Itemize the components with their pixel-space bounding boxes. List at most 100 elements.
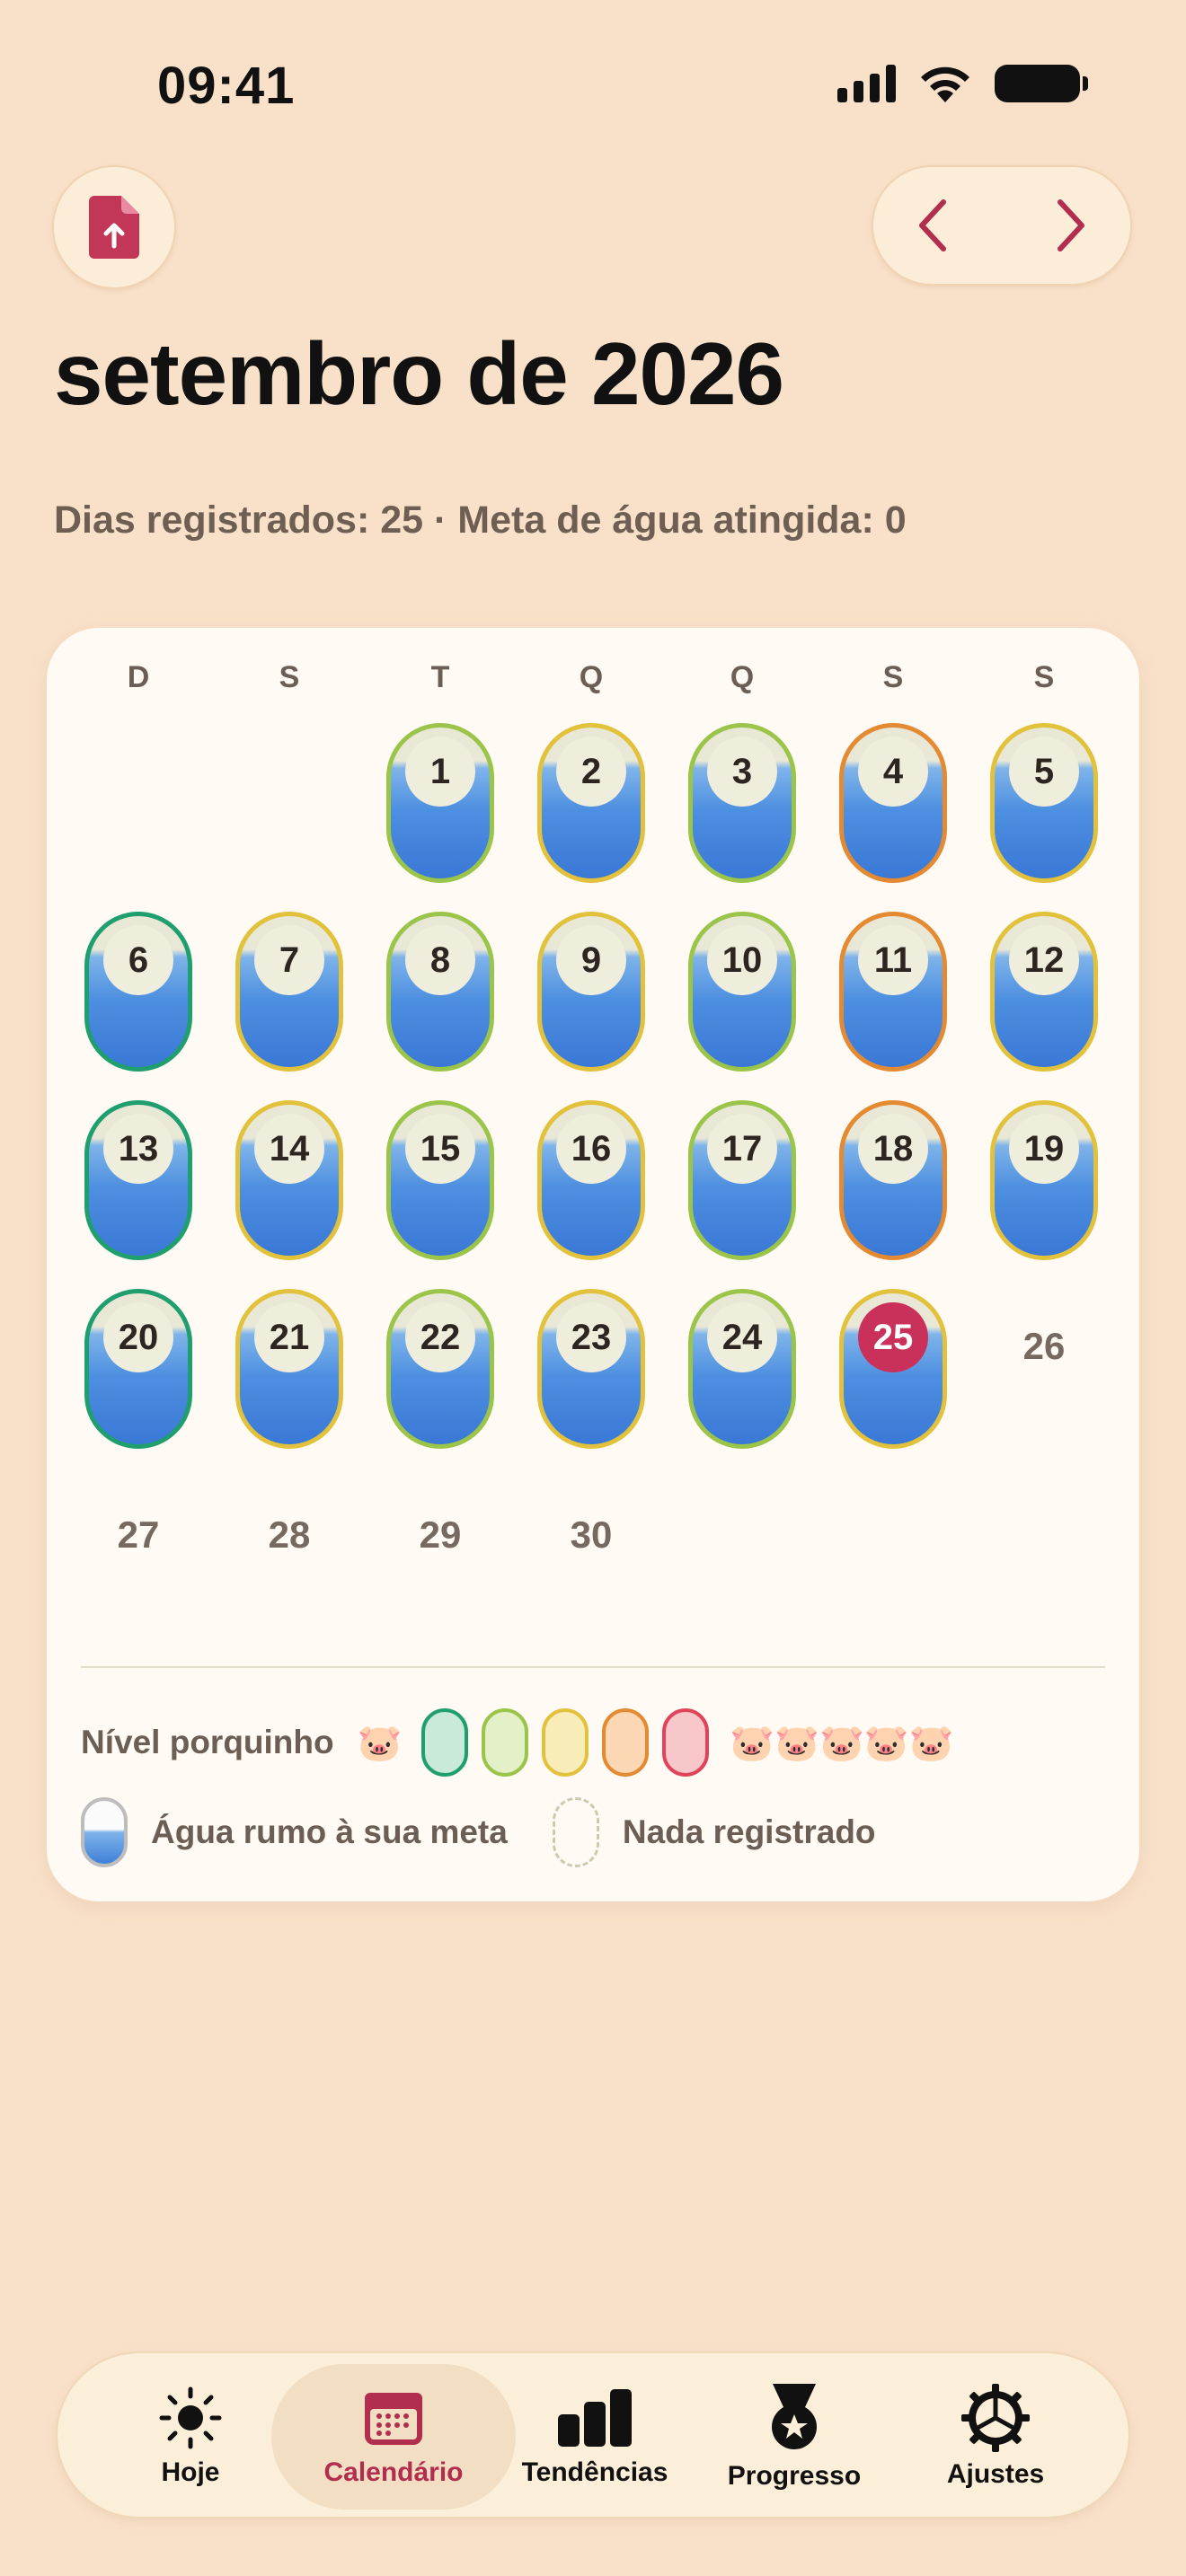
month-summary: Dias registrados: 25 · Meta de água atin… xyxy=(54,498,907,542)
tab-label: Calendário xyxy=(323,2457,464,2487)
sun-icon xyxy=(159,2386,222,2449)
status-legend: Água rumo à sua meta Nada registrado xyxy=(81,1792,876,1873)
water-legend-swatch xyxy=(81,1797,128,1867)
tab-label: Hoje xyxy=(161,2457,220,2487)
status-icons xyxy=(837,63,1088,104)
tab-ajustes[interactable]: Ajustes xyxy=(916,2353,1075,2520)
calendar-day[interactable]: 18 xyxy=(839,1100,947,1260)
wifi-icon xyxy=(921,66,969,102)
calendar-day-empty[interactable]: 27 xyxy=(84,1513,192,1557)
legend-divider xyxy=(81,1666,1105,1668)
calendar-day[interactable]: 24 xyxy=(688,1289,796,1449)
tab-calendario[interactable]: Calendário xyxy=(271,2364,516,2510)
day-number: 6 xyxy=(103,925,173,995)
calendar-day[interactable]: 21 xyxy=(235,1289,343,1449)
export-file-icon xyxy=(89,196,139,259)
day-number: 11 xyxy=(858,925,928,995)
day-number: 12 xyxy=(1009,925,1079,995)
tab-label: Tendências xyxy=(521,2457,668,2487)
tab-hoje[interactable]: Hoje xyxy=(111,2353,270,2520)
calendar-day[interactable]: 16 xyxy=(537,1100,645,1260)
pig-level-legend: Nível porquinho 🐷 🐷🐷🐷🐷🐷 xyxy=(81,1702,953,1783)
day-number: 20 xyxy=(103,1302,173,1372)
day-number: 18 xyxy=(858,1114,928,1184)
day-number: 5 xyxy=(1009,737,1079,807)
day-number: 24 xyxy=(707,1302,777,1372)
tab-label: Ajustes xyxy=(946,2459,1045,2489)
gear-icon xyxy=(961,2384,1030,2452)
day-number: 25 xyxy=(858,1302,928,1372)
tab-tendencias[interactable]: Tendências xyxy=(516,2353,674,2520)
day-number: 3 xyxy=(707,737,777,807)
medal-icon xyxy=(772,2384,817,2449)
calendar-day-empty[interactable]: 28 xyxy=(235,1513,343,1557)
day-number: 16 xyxy=(556,1114,626,1184)
day-number: 22 xyxy=(405,1302,475,1372)
calendar-day[interactable]: 2 xyxy=(537,723,645,883)
level-swatch-green xyxy=(421,1708,469,1777)
empty-legend-swatch xyxy=(552,1797,599,1867)
pig-level-label: Nível porquinho xyxy=(81,1724,334,1760)
day-number: 23 xyxy=(556,1302,626,1372)
level-swatch-yellow xyxy=(542,1708,589,1777)
status-time: 09:41 xyxy=(157,57,296,115)
calendar-day[interactable]: 5 xyxy=(990,723,1098,883)
calendar-day-empty[interactable]: 30 xyxy=(537,1513,645,1557)
level-swatch-orange xyxy=(602,1708,650,1777)
tab-bar: Hoje Calendário Tendências Progresso Aju… xyxy=(56,2351,1130,2519)
calendar-day[interactable]: 6 xyxy=(84,912,192,1072)
day-number: 13 xyxy=(103,1114,173,1184)
day-number: 19 xyxy=(1009,1114,1079,1184)
day-number: 4 xyxy=(858,737,928,807)
pig-icon: 🐷 xyxy=(357,1723,403,1763)
day-number: 2 xyxy=(556,737,626,807)
calendar-day[interactable]: 15 xyxy=(386,1100,494,1260)
calendar-day[interactable]: 13 xyxy=(84,1100,192,1260)
day-number: 21 xyxy=(254,1302,324,1372)
export-pdf-button[interactable] xyxy=(52,165,176,289)
day-number: 1 xyxy=(405,737,475,807)
calendar-day[interactable]: 9 xyxy=(537,912,645,1072)
day-number: 17 xyxy=(707,1114,777,1184)
day-number: 10 xyxy=(707,925,777,995)
day-number: 8 xyxy=(405,925,475,995)
calendar-day[interactable]: 23 xyxy=(537,1289,645,1449)
next-month-button[interactable] xyxy=(1051,197,1091,254)
calendar-day[interactable]: 12 xyxy=(990,912,1098,1072)
pigs-icon: 🐷🐷🐷🐷🐷 xyxy=(730,1723,954,1763)
calendar-day-empty[interactable]: 29 xyxy=(386,1513,494,1557)
chevron-right-icon xyxy=(1058,199,1084,251)
calendar-icon xyxy=(365,2393,422,2445)
battery-icon xyxy=(995,65,1088,102)
calendar-day[interactable]: 7 xyxy=(235,912,343,1072)
calendar-day[interactable]: 17 xyxy=(688,1100,796,1260)
calendar-day[interactable]: 22 xyxy=(386,1289,494,1449)
calendar-day[interactable]: 3 xyxy=(688,723,796,883)
calendar-day[interactable]: 4 xyxy=(839,723,947,883)
day-number: 15 xyxy=(405,1114,475,1184)
level-swatch-red xyxy=(662,1708,710,1777)
calendar-day[interactable]: 19 xyxy=(990,1100,1098,1260)
tab-progresso[interactable]: Progresso xyxy=(715,2353,873,2520)
water-legend-label: Água rumo à sua meta xyxy=(151,1813,508,1850)
day-number: 9 xyxy=(556,925,626,995)
chevron-left-icon xyxy=(919,199,946,251)
calendar-card: D S T Q Q S S 1 2 3 4 5 6 7 8 9 10 11 12 13 14 15 16 17 1… xyxy=(47,628,1139,1901)
calendar-day[interactable]: 11 xyxy=(839,912,947,1072)
day-number: 14 xyxy=(254,1114,324,1184)
calendar-day-today[interactable]: 25 xyxy=(839,1289,947,1449)
page-title: setembro de 2026 xyxy=(54,324,784,423)
calendar-day[interactable]: 14 xyxy=(235,1100,343,1260)
calendar-day-empty[interactable]: 26 xyxy=(990,1325,1098,1368)
previous-month-button[interactable] xyxy=(913,197,952,254)
bar-chart-icon xyxy=(558,2389,632,2447)
calendar-day[interactable]: 10 xyxy=(688,912,796,1072)
calendar-day[interactable]: 8 xyxy=(386,912,494,1072)
month-navigation xyxy=(872,165,1132,286)
calendar-day[interactable]: 1 xyxy=(386,723,494,883)
day-number: 7 xyxy=(254,925,324,995)
cellular-signal-icon xyxy=(837,65,896,102)
tab-label: Progresso xyxy=(727,2461,862,2491)
calendar-day[interactable]: 20 xyxy=(84,1289,192,1449)
empty-legend-label: Nada registrado xyxy=(622,1813,876,1850)
